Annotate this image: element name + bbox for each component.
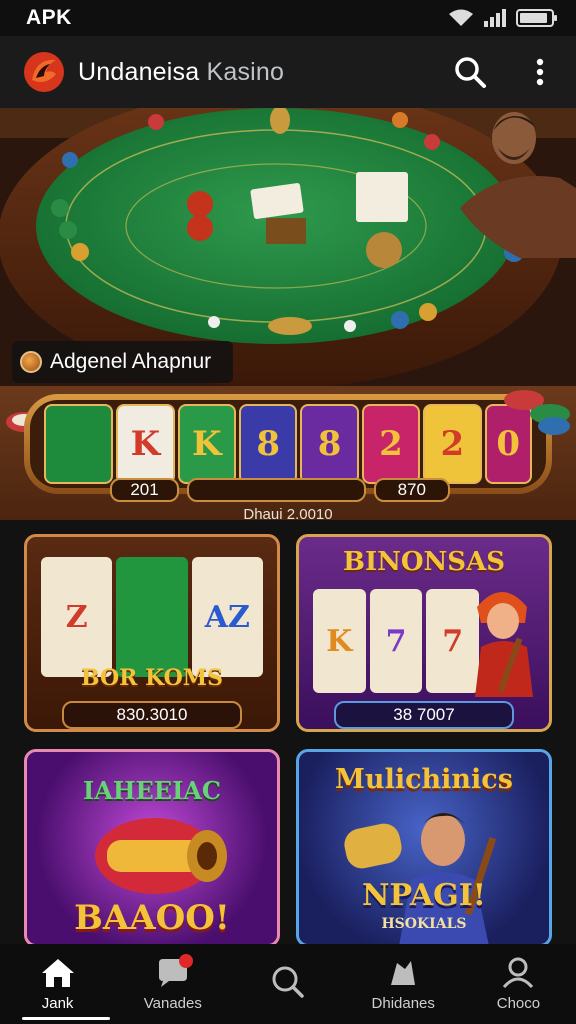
slot-value-right: 870 <box>373 478 450 502</box>
card-banner: BAAOO! <box>74 898 230 938</box>
status-bar: APK <box>0 0 576 36</box>
card-title: BINONSAS <box>342 547 506 577</box>
game-card[interactable]: Mulichinics NPAGI! HSOKIALS <box>296 749 552 947</box>
slot-reel: 8 <box>300 404 359 484</box>
search-icon <box>455 57 486 88</box>
cannon-illustration <box>95 818 227 894</box>
card-banner: BOR KOMS <box>80 665 224 691</box>
game-grid: Z AZ BOR KOMS 830.3010 BINONSAS K 7 7 38… <box>24 534 552 947</box>
card-value: 830.3010 <box>62 701 242 729</box>
app-bar: Undaneisa Kasino <box>0 36 576 108</box>
slot-reel: 2 <box>361 404 421 484</box>
nav-label: Dhidanes <box>371 994 435 1012</box>
nav-games[interactable]: Dhidanes <box>346 944 461 1024</box>
guitar-player-illustration <box>475 592 533 697</box>
wifi-icon <box>449 9 473 26</box>
slot-reel: K <box>313 589 366 693</box>
bottom-navigation: Jank Vanades Dhidanes Choco <box>0 944 576 1024</box>
slot-reel: 2 <box>423 404 482 484</box>
app-title-primary: Undaneisa <box>78 57 200 86</box>
more-vertical-icon <box>536 58 544 86</box>
card-subbanner: HSOKIALS <box>381 916 467 932</box>
slot-reel: 7 <box>369 589 423 693</box>
nav-profile[interactable]: Choco <box>461 944 576 1024</box>
slot-reel <box>44 404 114 484</box>
search-button[interactable] <box>450 52 490 92</box>
slot-reel <box>116 557 188 677</box>
app-title: Undaneisa Kasino <box>78 58 284 87</box>
slot-reel: AZ <box>191 557 263 677</box>
search-icon <box>272 966 304 998</box>
active-indicator <box>22 1017 110 1020</box>
profile-icon <box>503 957 534 988</box>
card-value: 38 7007 <box>334 701 514 729</box>
nav-home[interactable]: Jank <box>0 944 115 1024</box>
slot-reels: K 7 7 <box>313 589 480 693</box>
cards-icon <box>391 960 416 985</box>
nav-messages[interactable]: Vanades <box>115 944 230 1024</box>
slot-caption: Dhaui 2.0010 <box>243 506 333 520</box>
signal-icon <box>484 9 506 27</box>
hero-banner[interactable]: Adgenel Ahapnur <box>0 108 576 386</box>
hero-label-text: Adgenel Ahapnur <box>50 350 212 373</box>
slot-reel: K <box>177 404 236 484</box>
app-logo-icon <box>24 52 64 92</box>
notification-badge <box>179 954 194 968</box>
game-card[interactable]: Z AZ BOR KOMS 830.3010 <box>24 534 280 732</box>
status-icons <box>448 9 557 27</box>
hero-label: Adgenel Ahapnur <box>12 341 234 383</box>
status-carrier: APK <box>26 6 72 29</box>
game-card[interactable]: BINONSAS K 7 7 38 7007 <box>296 534 552 732</box>
nav-label: Jank <box>41 994 74 1012</box>
card-banner: NPAGI! <box>362 878 486 913</box>
nav-label: Choco <box>496 994 541 1012</box>
card-title: Mulichinics <box>335 764 513 795</box>
card-title: IAHEEIAC <box>82 776 222 805</box>
game-card[interactable]: IAHEEIAC BAAOO! <box>24 749 280 947</box>
slot-reel: K <box>116 404 175 484</box>
slot-reel: Z <box>41 557 113 677</box>
slot-values: 201 870 <box>110 478 450 504</box>
app-title-secondary: Kasino <box>206 57 285 86</box>
home-icon <box>41 958 74 987</box>
nav-search[interactable] <box>230 944 345 1024</box>
more-options-button[interactable] <box>520 52 560 92</box>
nav-label: Vanades <box>143 994 202 1012</box>
chip-icon <box>20 351 42 373</box>
slot-reels: Z AZ <box>41 557 263 677</box>
chip-stack-icon <box>504 390 570 435</box>
slot-machine-banner[interactable]: K K 8 8 2 2 0 201 870 Dhaui 2.0010 <box>0 386 576 520</box>
slot-value-left: 201 <box>110 478 179 502</box>
slot-value-center <box>187 478 366 502</box>
battery-icon <box>516 9 557 27</box>
slot-reel: 8 <box>239 404 298 484</box>
